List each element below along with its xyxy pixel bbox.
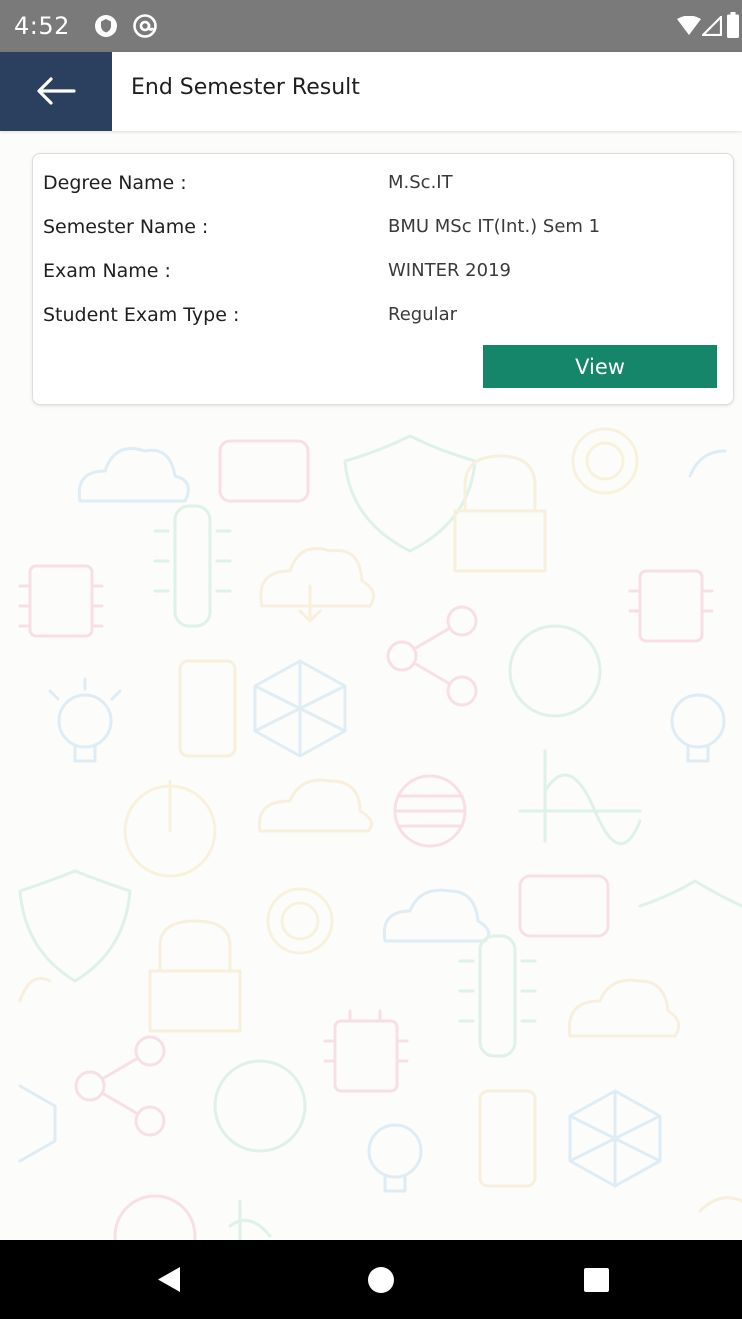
semester-label: Semester Name : <box>43 216 209 238</box>
navigation-bar <box>0 1240 742 1319</box>
page-title: End Semester Result <box>131 75 360 100</box>
battery-icon <box>727 12 739 42</box>
back-button[interactable] <box>0 52 112 131</box>
home-circle-icon <box>368 1267 394 1293</box>
wifi-icon <box>676 15 702 40</box>
nav-home-button[interactable] <box>336 1240 426 1319</box>
arrow-left-icon <box>37 77 76 105</box>
exam-type-label: Student Exam Type : <box>43 304 240 326</box>
back-triangle-icon <box>158 1267 180 1292</box>
nav-back-button[interactable] <box>125 1240 215 1319</box>
semester-value: BMU MSc IT(Int.) Sem 1 <box>388 216 601 237</box>
exam-value: WINTER 2019 <box>388 260 511 281</box>
status-bar: 4:52 <box>0 0 742 52</box>
at-sign-icon <box>132 13 158 43</box>
degree-row: Degree Name : M.Sc.IT <box>33 164 733 204</box>
signal-icon <box>700 14 723 40</box>
recents-square-icon <box>584 1268 609 1292</box>
status-time: 4:52 <box>14 12 70 40</box>
shield-icon <box>94 14 118 42</box>
app-bar: End Semester Result <box>0 52 742 131</box>
result-card: Degree Name : M.Sc.IT Semester Name : BM… <box>32 153 734 405</box>
degree-value: M.Sc.IT <box>388 172 453 193</box>
nav-recents-button[interactable] <box>552 1240 642 1319</box>
semester-row: Semester Name : BMU MSc IT(Int.) Sem 1 <box>33 208 733 248</box>
view-button[interactable]: View <box>483 345 717 388</box>
exam-type-value: Regular <box>388 304 458 325</box>
exam-label: Exam Name : <box>43 260 171 282</box>
screen: 4:52 End Semester Result Degree Name: M… <box>0 0 742 1319</box>
degree-label: Degree Name : <box>43 172 187 194</box>
exam-type-row: Student Exam Type : Regular <box>33 296 733 336</box>
exam-row: Exam Name : WINTER 2019 <box>33 252 733 292</box>
